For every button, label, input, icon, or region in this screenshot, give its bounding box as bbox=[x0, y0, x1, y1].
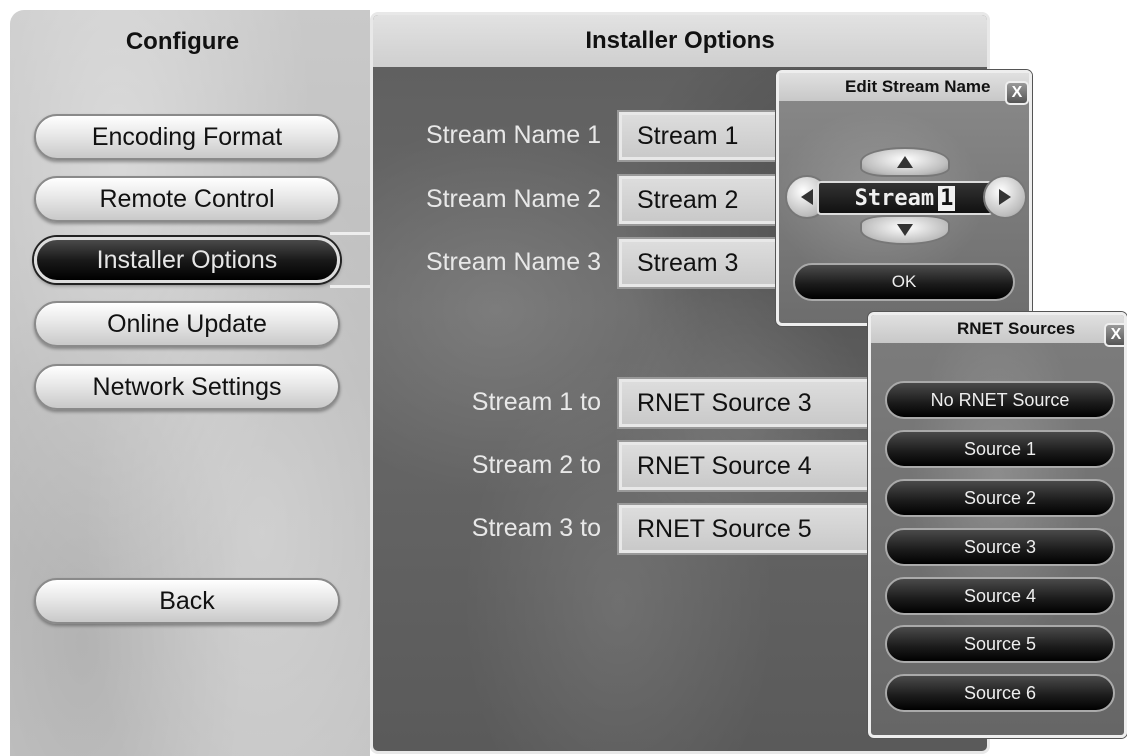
stream-2-route-label: Stream 2 to bbox=[471, 451, 601, 479]
close-icon: X bbox=[1110, 326, 1122, 343]
rnet-option-source-1[interactable]: Source 1 bbox=[885, 430, 1115, 468]
rnet-sources-dialog: RNET Sources X No RNET Source Source 1 S… bbox=[868, 312, 1127, 738]
edit-dialog-title: Edit Stream Name bbox=[779, 73, 1029, 101]
configure-panel: Configure Encoding Format Remote Control… bbox=[10, 10, 370, 756]
rnet-option-source-6[interactable]: Source 6 bbox=[885, 674, 1115, 712]
close-icon: X bbox=[1011, 84, 1023, 101]
rnet-dialog-title: RNET Sources bbox=[871, 315, 1124, 343]
arrow-left-icon bbox=[801, 189, 813, 205]
rnet-dialog-close-button[interactable]: X bbox=[1104, 323, 1124, 347]
stream-2-route-field[interactable]: RNET Source 4 bbox=[617, 440, 877, 492]
arrow-up-icon bbox=[897, 156, 913, 168]
rnet-option-source-3[interactable]: Source 3 bbox=[885, 528, 1115, 566]
panel-title: Installer Options bbox=[373, 15, 987, 67]
edit-field-text: Stream bbox=[854, 185, 935, 211]
stream-name-1-label: Stream Name 1 bbox=[425, 121, 601, 149]
stream-name-edit-field[interactable]: Stream 1 bbox=[817, 181, 993, 215]
stream-name-3-label: Stream Name 3 bbox=[425, 248, 601, 276]
stream-3-route-field[interactable]: RNET Source 5 bbox=[617, 503, 877, 555]
rnet-option-source-5[interactable]: Source 5 bbox=[885, 625, 1115, 663]
stream-1-route-label: Stream 1 to bbox=[471, 388, 601, 416]
stream-name-2-label: Stream Name 2 bbox=[425, 185, 601, 213]
rnet-option-source-2[interactable]: Source 2 bbox=[885, 479, 1115, 517]
online-update-button[interactable]: Online Update bbox=[34, 301, 340, 347]
edit-stream-name-dialog: Edit Stream Name X Stream 1 OK bbox=[776, 70, 1032, 326]
arrow-right-icon bbox=[999, 189, 1011, 205]
decrement-char-button[interactable] bbox=[860, 215, 950, 245]
installer-options-button[interactable]: Installer Options bbox=[34, 237, 340, 283]
arrow-down-icon bbox=[897, 224, 913, 236]
back-button[interactable]: Back bbox=[34, 578, 340, 624]
remote-control-button[interactable]: Remote Control bbox=[34, 176, 340, 222]
cursor-right-button[interactable] bbox=[983, 175, 1027, 219]
ok-button[interactable]: OK bbox=[793, 263, 1015, 301]
rnet-option-none[interactable]: No RNET Source bbox=[885, 381, 1115, 419]
encoding-format-button[interactable]: Encoding Format bbox=[34, 114, 340, 160]
configure-title: Configure bbox=[125, 28, 240, 55]
edit-field-cursor-char: 1 bbox=[938, 185, 956, 211]
rnet-option-source-4[interactable]: Source 4 bbox=[885, 577, 1115, 615]
stream-1-route-field[interactable]: RNET Source 3 bbox=[617, 377, 877, 429]
increment-char-button[interactable] bbox=[860, 147, 950, 177]
network-settings-button[interactable]: Network Settings bbox=[34, 364, 340, 410]
stream-3-route-label: Stream 3 to bbox=[471, 514, 601, 542]
edit-dialog-close-button[interactable]: X bbox=[1005, 81, 1029, 105]
